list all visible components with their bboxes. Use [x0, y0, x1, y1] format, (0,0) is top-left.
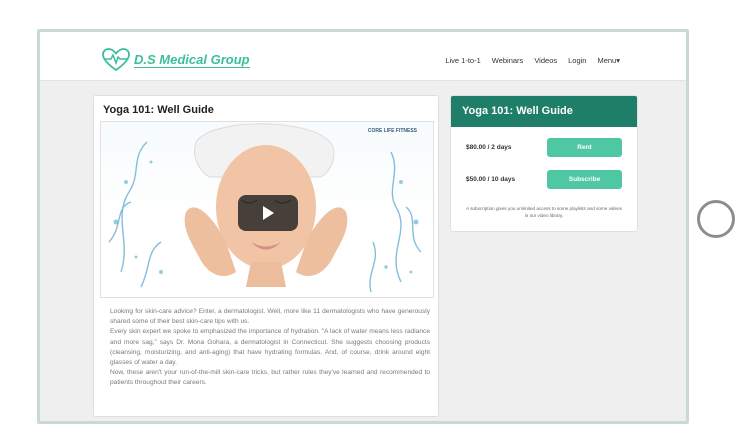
rent-button[interactable]: Rent	[547, 138, 622, 157]
video-card: Yoga 101: Well Guide CORE LIFE FITNESS L…	[93, 95, 439, 417]
nav-login[interactable]: Login	[568, 56, 586, 65]
logo-text: D.S Medical Group	[134, 51, 250, 68]
device-home-button[interactable]	[697, 200, 735, 238]
nav-videos[interactable]: Videos	[534, 56, 557, 65]
subscribe-button[interactable]: Subscribe	[547, 170, 622, 189]
pricing-title: Yoga 101: Well Guide	[451, 96, 637, 127]
plan-row-subscribe: $50.00 / 10 days Subscribe	[451, 170, 637, 190]
description-paragraph: Every skin expert we spoke to emphasized…	[110, 328, 430, 367]
logo[interactable]: D.S Medical Group	[102, 48, 250, 72]
subscription-note: A subscription gives you unlimited acces…	[466, 206, 622, 218]
description-paragraph: Now, these aren't your run-of-the-mill s…	[110, 369, 430, 387]
pricing-card: Yoga 101: Well Guide $80.00 / 2 days Ren…	[450, 95, 638, 232]
nav-menu[interactable]: Menu▾	[597, 56, 620, 65]
video-description: Looking for skin-care advice? Enter, a d…	[110, 307, 430, 389]
nav-webinars[interactable]: Webinars	[492, 56, 524, 65]
device-frame: D.S Medical Group Live 1-to-1 Webinars V…	[37, 29, 689, 424]
plan-price: $50.00 / 10 days	[466, 176, 516, 183]
main-nav: Live 1-to-1 Webinars Videos Login Menu▾	[434, 56, 620, 65]
description-paragraph: Looking for skin-care advice? Enter, a d…	[110, 308, 430, 326]
video-title: Yoga 101: Well Guide	[103, 104, 214, 116]
plan-row-rent: $80.00 / 2 days Rent	[451, 138, 637, 158]
video-brand: CORE LIFE FITNESS	[367, 128, 417, 134]
plan-price: $80.00 / 2 days	[466, 144, 512, 151]
nav-live-1-to-1[interactable]: Live 1-to-1	[445, 56, 480, 65]
play-button[interactable]	[238, 195, 298, 231]
video-player[interactable]: CORE LIFE FITNESS	[100, 121, 434, 298]
heart-pulse-icon	[102, 48, 130, 72]
site-header: D.S Medical Group Live 1-to-1 Webinars V…	[40, 32, 686, 81]
